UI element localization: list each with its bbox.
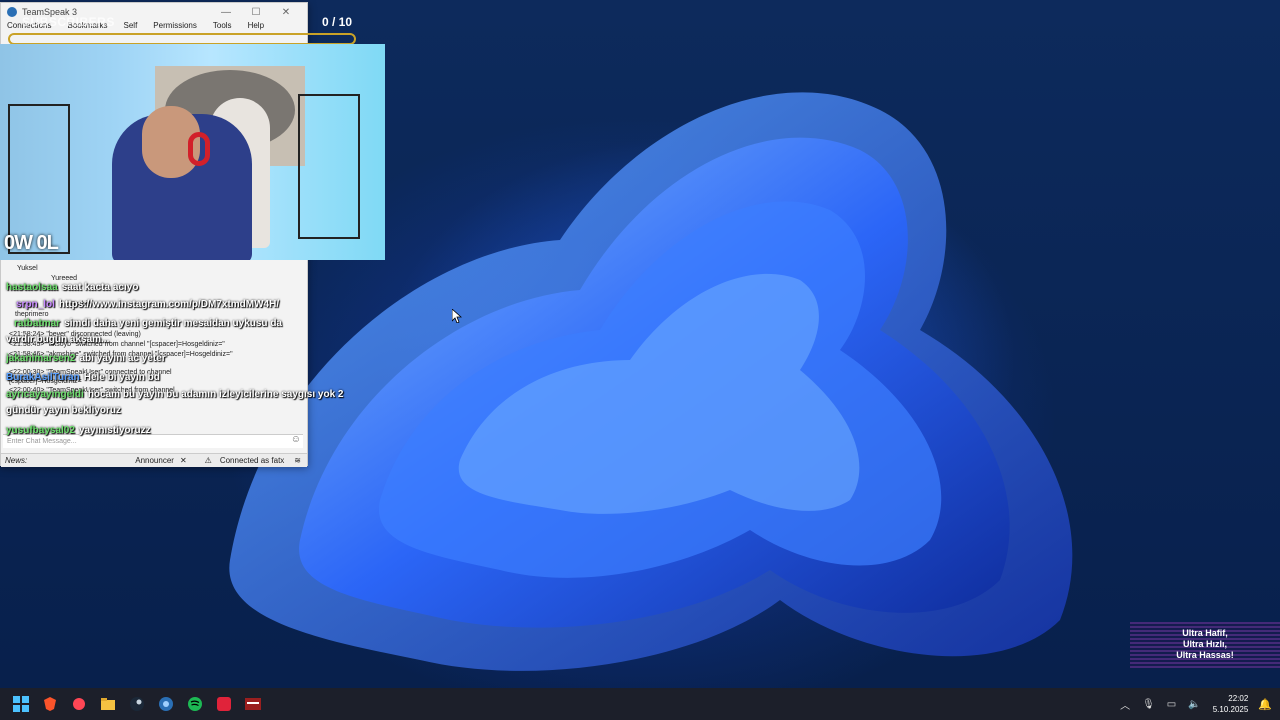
headset-icon [188, 132, 210, 166]
start-icon[interactable] [10, 693, 32, 715]
subscribers-label: SUBSCRIBERS [22, 15, 115, 29]
volume-icon[interactable]: 🔈 [1188, 699, 1200, 710]
signal-icon: ≋ [294, 456, 301, 465]
chat-input[interactable]: Enter Chat Message... [3, 434, 303, 448]
shelf-right [298, 94, 360, 239]
chat-message: gündür yayın bekliyoruz [6, 405, 122, 416]
webcam-overlay: 0W 0L [0, 44, 385, 260]
ad-line: Ultra Hızlı, [1182, 639, 1227, 649]
warning-icon[interactable]: ⚠ [205, 456, 212, 465]
teamspeak-icon[interactable] [155, 693, 177, 715]
taskbar: ︿ 🎙 ▭ 🔈 22:02 5.10.2025 🔔 [0, 688, 1280, 720]
clock-date: 5.10.2025 [1212, 705, 1249, 714]
chat-message: srpn_lol https://www.instagram.com/p/DM7x… [16, 299, 280, 310]
ad-banner[interactable]: Ultra Hafif, Ultra Hızlı, Ultra Hassas! [1130, 622, 1280, 668]
mouse-cursor-icon [452, 309, 462, 323]
maximize-icon[interactable]: ☐ [241, 7, 271, 18]
chat-message: BurakAsilTuran Hele bi yayın bd [6, 372, 160, 383]
microphone-icon[interactable]: 🎙 [1142, 699, 1155, 710]
close-announcer-icon[interactable]: ✕ [180, 456, 187, 465]
clock[interactable]: 22:02 5.10.2025 [1213, 693, 1249, 715]
win-loss-counter: 0W 0L [4, 232, 59, 254]
announcer-label: Announcer [135, 456, 174, 465]
valorant-icon[interactable] [68, 693, 90, 715]
chat-message: jakanimarsen2 abi yayını ac yeter [6, 353, 166, 364]
emoji-icon[interactable]: ☺ [291, 434, 301, 445]
system-tray: ︿ 🎙 ▭ 🔈 22:02 5.10.2025 🔔 [1120, 688, 1280, 720]
chevron-up-icon[interactable]: ︿ [1120, 697, 1130, 712]
chat-message: ayrıcayayıngeldi hocam bu yayın bu adamın… [6, 389, 344, 400]
ad-line: Ultra Hafif, [1182, 628, 1228, 638]
tree-item[interactable]: Yuksel [17, 265, 38, 272]
minimize-icon[interactable]: — [211, 7, 241, 18]
news-label: News: [5, 456, 28, 465]
subscribers-count: 0 / 10 [322, 15, 353, 29]
steam-icon[interactable] [126, 693, 148, 715]
app-red-icon[interactable] [213, 693, 235, 715]
status-bar: News: Announcer ✕ ⚠ Connected as fatx ≋ [1, 453, 307, 467]
ad-line: Ultra Hassas! [1176, 650, 1234, 660]
notification-bell-icon[interactable]: 🔔 [1258, 698, 1272, 711]
chat-message: yusufbaysal02 yayınıstiyoruzz [6, 425, 151, 436]
chat-message: vardır bugün akşam... [6, 334, 110, 345]
close-icon[interactable]: ✕ [271, 7, 301, 18]
spotify-icon[interactable] [184, 693, 206, 715]
network-icon[interactable]: ▭ [1167, 699, 1176, 710]
teamspeak-logo-icon [7, 7, 17, 17]
brave-browser-icon[interactable] [39, 693, 61, 715]
chat-message: hastaolsaa saat kacta acıyo [6, 282, 139, 293]
tree-item[interactable]: Yureeed [51, 275, 77, 282]
file-explorer-icon[interactable] [97, 693, 119, 715]
obs-app-icon[interactable] [242, 693, 264, 715]
tree-item[interactable]: theprimero [15, 311, 48, 318]
clock-time: 22:02 [1228, 694, 1249, 703]
chat-message: ratbatmar simdi daha yeni gemiştir mesaid… [14, 318, 282, 329]
connection-status: Connected as fatx [219, 456, 285, 465]
